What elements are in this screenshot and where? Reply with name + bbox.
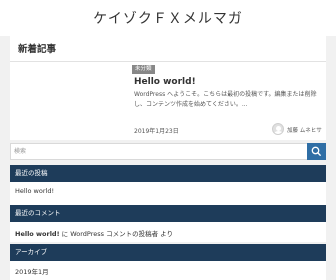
new-posts-heading: 新着記事	[18, 44, 57, 55]
user-avatar-icon	[272, 123, 284, 135]
archives-heading: アーカイブ	[10, 244, 326, 261]
site-header: ケイゾクＦＸメルマガ	[0, 0, 336, 36]
recent-comments-heading: 最近のコメント	[10, 205, 326, 222]
post-author[interactable]: 加藤 ムネヒサ	[287, 126, 322, 134]
search-form	[10, 143, 326, 160]
comment-text-by: より	[158, 230, 174, 238]
new-posts-section: 新着記事 未分類 Hello world! WordPress へようこそ。こち…	[10, 36, 326, 140]
comment-post-link[interactable]: Hello world!	[15, 230, 60, 238]
post-title[interactable]: Hello world!	[134, 77, 196, 87]
site-title[interactable]: ケイゾクＦＸメルマガ	[0, 8, 336, 28]
comment-text-on: に	[59, 230, 71, 238]
recent-comments-widget: 最近のコメント Hello world! に WordPress コメントの投稿…	[10, 205, 326, 242]
search-input[interactable]	[11, 144, 307, 159]
archives-widget: アーカイブ 2019年1月	[10, 244, 326, 280]
search-button[interactable]	[307, 143, 326, 160]
post-excerpt: WordPress へようこそ。こちらは最初の投稿です。編集または削除し、コンテ…	[134, 91, 317, 108]
recent-posts-heading: 最近の投稿	[10, 165, 326, 182]
archive-link[interactable]: 2019年1月	[15, 268, 49, 276]
avatar-body	[274, 131, 283, 134]
post-thumbnail[interactable]	[10, 62, 126, 139]
search-icon	[311, 146, 321, 156]
post-date: 2019年1月23日	[134, 128, 179, 135]
recent-post-link[interactable]: Hello world!	[15, 187, 54, 195]
recent-comment-item: Hello world! に WordPress コメントの投稿者 より	[15, 228, 173, 238]
recent-posts-widget: 最近の投稿 Hello world!	[10, 165, 326, 208]
commenter-link[interactable]: WordPress コメントの投稿者	[70, 230, 158, 238]
category-badge[interactable]: 未分類	[132, 65, 155, 74]
